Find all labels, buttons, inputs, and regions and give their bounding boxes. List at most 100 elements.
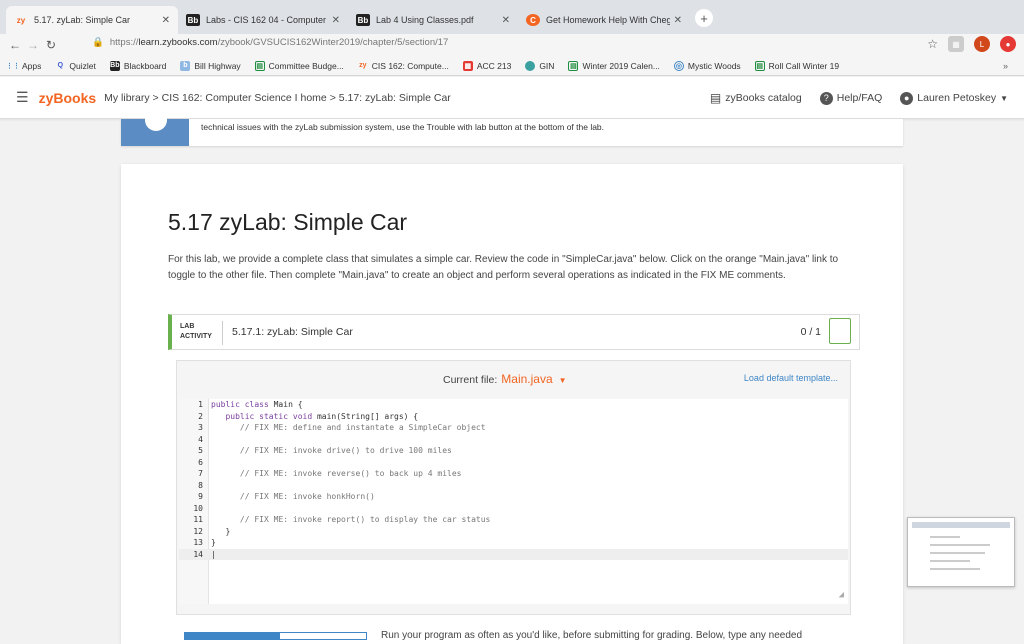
user-menu[interactable]: ● Lauren Petoskey ▼ — [900, 91, 1008, 105]
mode-toggle-active[interactable] — [184, 632, 279, 640]
bookmark-mystic-woods[interactable]: ◎ Mystic Woods — [673, 60, 741, 71]
tab-title: Labs - CIS 162 04 - Computer — [206, 15, 327, 25]
mode-toggle-inactive[interactable] — [279, 632, 367, 640]
lab-score: 0 / 1 — [800, 326, 821, 338]
tab-title: Get Homework Help With Cheg — [546, 15, 670, 25]
blackboard-icon: Bb — [109, 60, 120, 71]
code-area[interactable]: 1 public class Main { 2 public static voi… — [179, 399, 848, 604]
bookmark-label: Quizlet — [69, 60, 96, 71]
bookmark-apps[interactable]: ⋮⋮ Apps — [6, 60, 42, 71]
bookmark-label: Committee Budge... — [268, 60, 344, 71]
load-default-template-link[interactable]: Load default template... — [744, 373, 838, 383]
browser-tab-zylab[interactable]: zy 5.17. zyLab: Simple Car ✕ — [6, 6, 178, 34]
code-line: 3 // FIX ME: define and instantate a Sim… — [198, 423, 486, 432]
bookmark-winter-calendar[interactable]: ▤ Winter 2019 Calen... — [568, 60, 660, 71]
url-scheme: https:// — [109, 37, 139, 48]
zybooks-catalog-link[interactable]: ▤ zyBooks catalog — [710, 91, 802, 105]
reload-icon[interactable]: ↻ — [42, 38, 60, 52]
address-bar: ← → ↻ 🔒 https://learn.zybooks.com/zybook/… — [0, 34, 1024, 56]
notice-text: technical issues with the zyLab submissi… — [201, 122, 605, 132]
more-bookmarks-chevron-icon[interactable]: » — [1003, 61, 1008, 71]
extension-icon[interactable]: ▦ — [948, 36, 964, 52]
bookmark-label: Apps — [22, 60, 42, 71]
gin-icon — [525, 60, 536, 71]
zybooks-favicon-icon: zy — [16, 15, 26, 25]
tab-title: 5.17. zyLab: Simple Car — [34, 15, 131, 25]
close-icon[interactable]: ✕ — [162, 15, 170, 26]
thumbnail-line — [930, 536, 960, 538]
breadcrumb[interactable]: My library > CIS 162: Computer Science I… — [104, 92, 451, 104]
bookmark-label: Bill Highway — [194, 60, 241, 71]
code-line: 5 // FIX ME: invoke drive() to drive 100… — [198, 446, 452, 455]
chevron-down-icon: ▼ — [1000, 93, 1008, 103]
close-icon[interactable]: ✕ — [332, 15, 340, 26]
notice-info-icon — [145, 109, 167, 131]
browser-tab-chegg[interactable]: C Get Homework Help With Cheg ✕ — [518, 6, 690, 34]
bookmark-bill-highway[interactable]: b Bill Highway — [180, 60, 241, 71]
browser-tab-labs[interactable]: Bb Labs - CIS 162 04 - Computer ✕ — [178, 6, 348, 34]
menu-hamburger-icon[interactable]: ☰ — [16, 89, 29, 106]
help-question-icon: ? — [819, 91, 833, 105]
help-faq-link[interactable]: ? Help/FAQ — [819, 91, 883, 105]
code-line: 2 public static void main(String[] args)… — [198, 411, 419, 421]
code-line: 10 — [193, 503, 203, 513]
thumbnail-line — [930, 560, 970, 562]
thumbnail-line — [930, 544, 990, 546]
code-line: 6 — [198, 457, 203, 467]
bookmark-roll-call[interactable]: ▤ Roll Call Winter 19 — [754, 60, 839, 71]
bookmark-quizlet[interactable]: Q Quizlet — [55, 60, 96, 71]
bill-icon: b — [180, 60, 191, 71]
profile-avatar-icon[interactable]: L — [974, 36, 990, 52]
chevron-down-icon[interactable]: ▼ — [559, 376, 567, 385]
user-account-icon: ● — [900, 91, 914, 105]
help-label: Help/FAQ — [836, 92, 883, 104]
url-host: learn.zybooks.com — [138, 37, 218, 48]
bookmark-cis162[interactable]: zy CIS 162: Compute... — [358, 61, 449, 71]
bookmark-label: Blackboard — [123, 60, 167, 71]
extension-record-icon[interactable]: ● — [1000, 36, 1016, 52]
url-path: /zybook/GVSUCIS162Winter2019/chapter/5/s… — [217, 37, 449, 48]
code-line: 7 // FIX ME: invoke reverse() to back up… — [198, 469, 462, 478]
code-line-current: 14 | — [179, 548, 848, 560]
blackboard-favicon-icon: Bb — [356, 14, 370, 26]
catalog-book-icon: ▤ — [709, 91, 722, 105]
close-icon[interactable]: ✕ — [674, 15, 682, 26]
screenshot-thumbnail-preview[interactable] — [907, 517, 1015, 587]
url-field[interactable]: 🔒 https://learn.zybooks.com/zybook/GVSUCI… — [92, 37, 448, 48]
mode-toggle-bar[interactable] — [184, 632, 367, 640]
zybooks-logo[interactable]: zyBooks — [39, 90, 97, 106]
lab-tag-line: LAB — [180, 323, 195, 330]
code-editor-panel: Current file: Main.java ▼ Load default tem… — [176, 360, 851, 615]
catalog-label: zyBooks catalog — [725, 92, 802, 104]
code-line: 12 } — [193, 526, 231, 536]
lock-icon: 🔒 — [92, 37, 104, 48]
sheet-icon: ▤ — [568, 60, 579, 71]
run-instructions-text: Run your program as often as you'd like,… — [381, 630, 803, 641]
bookmark-committee[interactable]: ▤ Committee Budge... — [254, 60, 344, 71]
bookmark-gin[interactable]: GIN — [525, 60, 554, 71]
current-file-selector[interactable]: Current file: Main.java ▼ — [443, 372, 567, 386]
page-title: 5.17 zyLab: Simple Car — [168, 209, 408, 235]
close-icon[interactable]: ✕ — [502, 15, 510, 26]
apps-icon: ⋮⋮ — [6, 62, 20, 70]
quizlet-icon: Q — [57, 62, 64, 69]
browser-tab-lab4-pdf[interactable]: Bb Lab 4 Using Classes.pdf ✕ — [348, 6, 518, 34]
current-file-label: Current file: — [443, 374, 498, 386]
completion-checkbox-icon — [829, 318, 851, 344]
thumbnail-line — [930, 552, 985, 554]
bookmark-label: ACC 213 — [476, 60, 512, 71]
forward-arrow-icon[interactable]: → — [24, 38, 42, 52]
editor-toolbar: Current file: Main.java ▼ Load default tem… — [177, 361, 850, 397]
lab-tag-line: ACTIVITY — [180, 333, 212, 340]
resize-handle-icon[interactable]: ◢ — [839, 590, 844, 600]
bookmark-blackboard[interactable]: Bb Blackboard — [109, 60, 167, 71]
bookmark-label: Winter 2019 Calen... — [582, 60, 660, 71]
back-arrow-icon[interactable]: ← — [6, 38, 24, 52]
bookmark-acc213[interactable]: ▦ ACC 213 — [462, 60, 512, 71]
zy-icon: zy — [359, 62, 367, 69]
code-line: 13} — [193, 538, 216, 547]
bookmark-star-icon[interactable]: ☆ — [927, 37, 938, 51]
section-card: 5.17 zyLab: Simple Car For this lab, we … — [121, 164, 903, 644]
current-file-name[interactable]: Main.java — [501, 372, 552, 386]
new-tab-plus-icon[interactable]: + — [695, 9, 713, 27]
